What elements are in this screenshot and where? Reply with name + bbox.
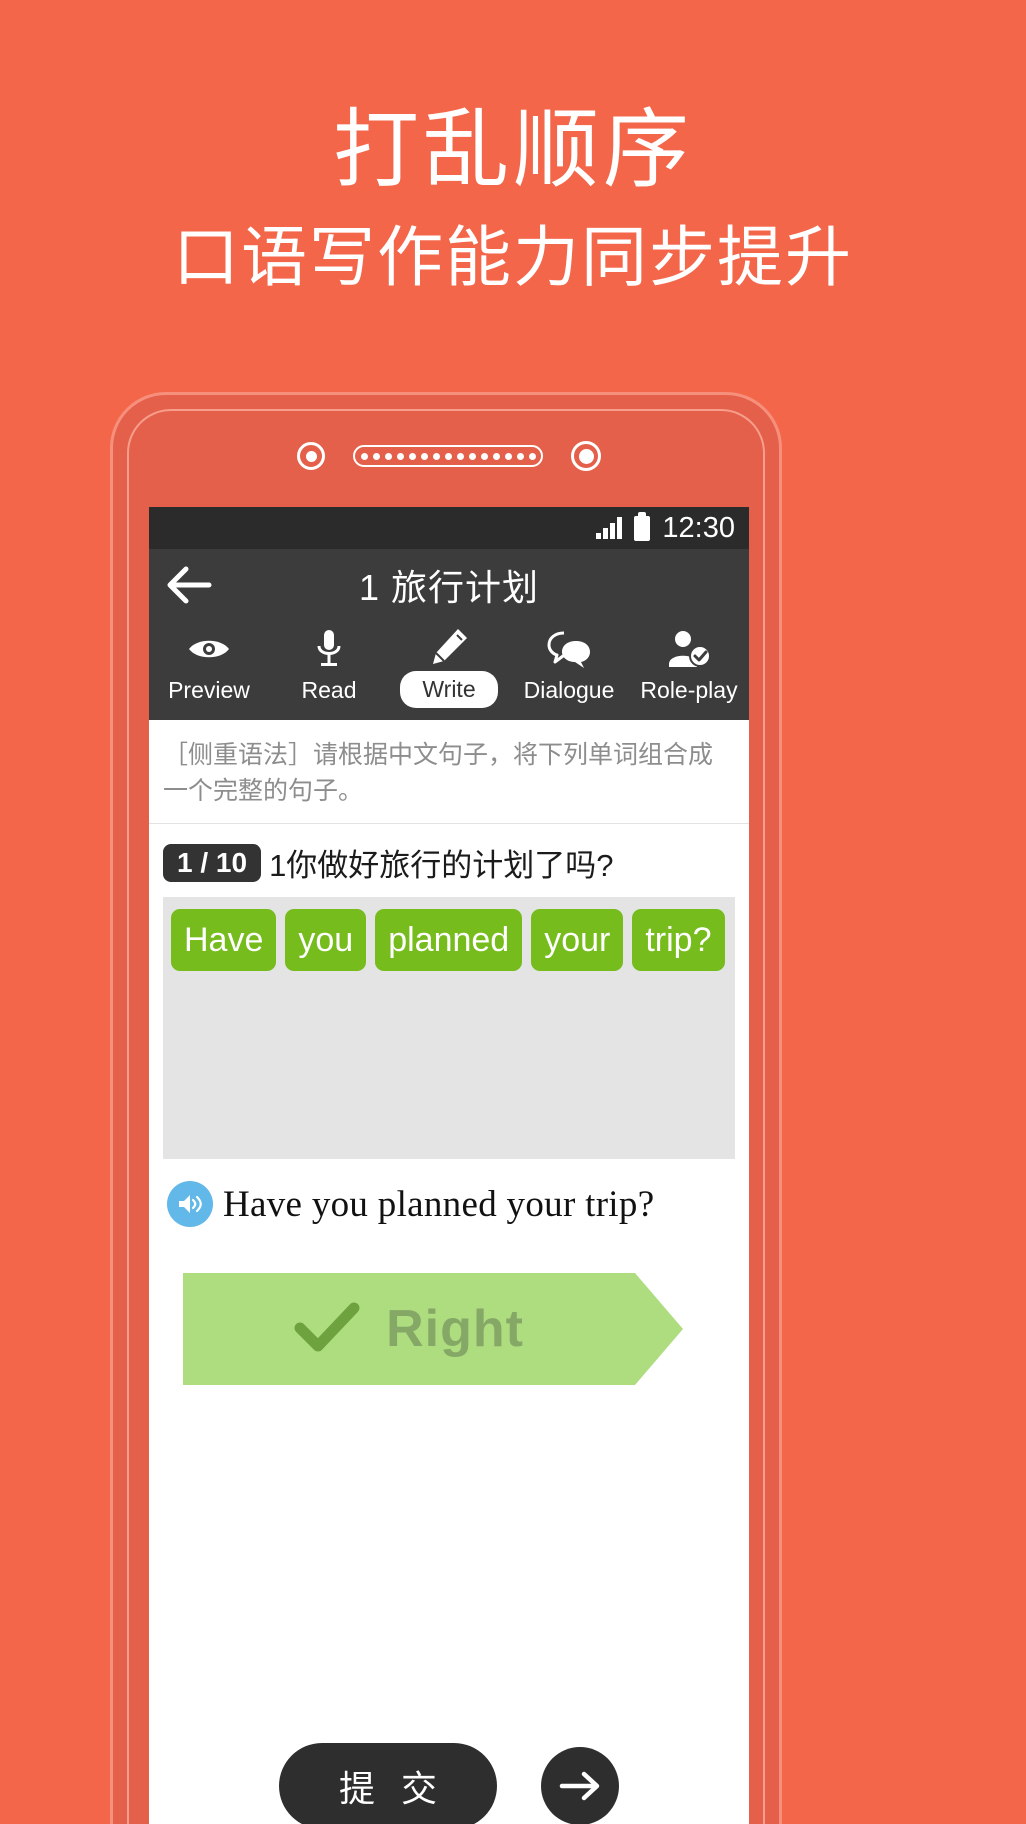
back-arrow-icon[interactable]	[161, 557, 217, 613]
tab-preview-label: Preview	[168, 677, 250, 703]
speaker-volume-icon[interactable]	[167, 1181, 213, 1227]
word-tile[interactable]: Have	[171, 909, 277, 971]
tab-write[interactable]: Write	[389, 625, 509, 708]
page-title: 1 旅行计划	[358, 567, 540, 608]
phone-hardware-row	[113, 441, 785, 471]
word-tile-tray[interactable]: Have you planned your trip?	[163, 897, 735, 1159]
earpiece-speaker-icon	[353, 445, 543, 467]
exercise-instruction: ［侧重语法］请根据中文句子，将下列单词组合成一个完整的句子。	[149, 720, 749, 824]
promo-title: 打乱顺序	[333, 102, 693, 198]
phone-screen: 12:30 1 旅行计划 Preview Read Write Dialogue…	[149, 507, 749, 1824]
person-check-icon	[666, 627, 712, 671]
next-question-button[interactable]	[541, 1747, 619, 1824]
submit-button[interactable]: 提 交	[278, 1743, 497, 1824]
camera-dot-icon	[297, 442, 325, 470]
status-bar-clock: 12:30	[662, 511, 735, 544]
pencil-icon	[428, 625, 470, 669]
status-bar: 12:30	[149, 507, 749, 549]
app-navigation-bar: 1 旅行计划	[149, 549, 749, 621]
answer-sentence-text: Have you planned your trip?	[223, 1183, 655, 1225]
word-tile[interactable]: planned	[375, 909, 523, 971]
tab-read-label: Read	[301, 677, 357, 703]
question-row: 1 / 10 1你做好旅行的计划了吗?	[149, 824, 749, 897]
answer-sentence-row: Have you planned your trip?	[149, 1159, 749, 1239]
promo-screenshot-page: 打乱顺序 口语写作能力同步提升 12:30 1 旅行计划 Preview Rea…	[0, 0, 1026, 1824]
eye-icon	[187, 627, 231, 671]
tab-dialogue-label: Dialogue	[523, 677, 615, 703]
check-mark-icon	[294, 1301, 360, 1358]
result-ribbon: Right	[183, 1273, 683, 1385]
result-banner-area: Right	[149, 1239, 749, 1419]
word-tile[interactable]: trip?	[632, 909, 725, 971]
tab-read[interactable]: Read	[269, 627, 389, 708]
question-prompt-text: 1你做好旅行的计划了吗?	[269, 848, 614, 883]
promo-subtitle: 口语写作能力同步提升	[173, 219, 853, 294]
word-tile[interactable]: your	[531, 909, 624, 971]
word-tile[interactable]: you	[285, 909, 367, 971]
arrow-right-icon	[559, 1771, 600, 1801]
result-label: Right	[386, 1300, 524, 1358]
tab-preview[interactable]: Preview	[149, 627, 269, 708]
proximity-sensor-icon	[571, 441, 601, 471]
microphone-icon	[314, 627, 344, 671]
tab-role-play-label: Role-play	[640, 677, 738, 703]
phone-mockup: 12:30 1 旅行计划 Preview Read Write Dialogue…	[110, 392, 782, 1824]
tab-write-label: Write	[400, 671, 498, 708]
battery-full-icon	[634, 511, 651, 541]
question-progress-badge: 1 / 10	[163, 843, 262, 882]
tab-dialogue[interactable]: Dialogue	[509, 627, 629, 708]
action-footer: 提 交	[149, 1743, 749, 1824]
tab-role-play[interactable]: Role-play	[629, 627, 749, 708]
speech-bubbles-icon	[546, 627, 592, 671]
mode-tab-bar: Preview Read Write Dialogue Role-play	[149, 621, 749, 720]
signal-bars-icon	[596, 517, 623, 539]
promo-text-block: 打乱顺序 口语写作能力同步提升	[0, 104, 1026, 293]
